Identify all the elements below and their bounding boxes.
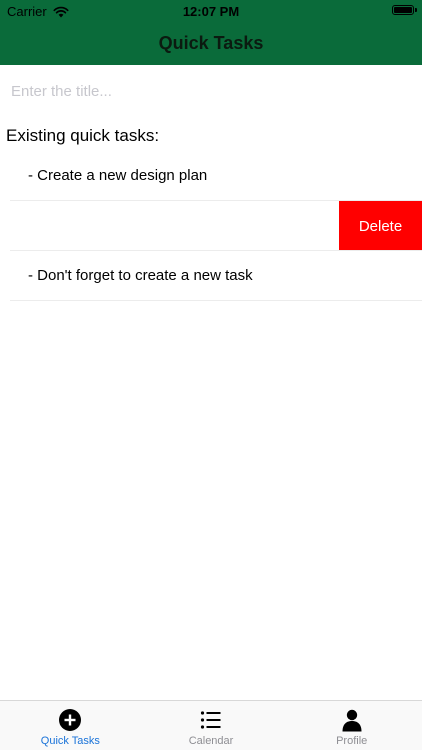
tab-label: Quick Tasks [40,735,100,747]
header: Carrier 12:07 PM Quick Tasks [0,0,422,65]
status-bar: Carrier 12:07 PM [0,0,422,22]
person-icon [342,709,362,732]
tab-profile[interactable]: Profile [281,701,422,750]
task-row[interactable]: Delete [10,201,422,251]
delete-button[interactable]: Delete [339,201,422,250]
page-title: Quick Tasks [158,33,264,53]
task-text: - Don't forget to create a new task [28,267,253,284]
tasks-heading: Existing quick tasks: [6,126,160,145]
task-text: - Create a new design plan [28,167,208,184]
task-list: - Create a new design plan Delete - Don'… [10,151,422,301]
status-time: 12:07 PM [182,4,240,19]
tab-calendar[interactable]: Calendar [141,701,282,750]
battery-fill [394,7,412,13]
tab-quick-tasks[interactable]: Quick Tasks [0,701,141,750]
task-row[interactable]: - Don't forget to create a new task [10,251,422,301]
list-icon [200,711,221,729]
task-row[interactable]: - Create a new design plan [10,151,422,201]
tab-label: Profile [336,735,368,747]
battery-icon [392,5,414,15]
tab-label: Calendar [188,735,234,747]
battery-tip [415,8,417,12]
title-input[interactable] [0,65,422,117]
plus-circle-icon [59,709,82,731]
tab-bar: Quick Tasks Calendar Profile [0,700,422,750]
